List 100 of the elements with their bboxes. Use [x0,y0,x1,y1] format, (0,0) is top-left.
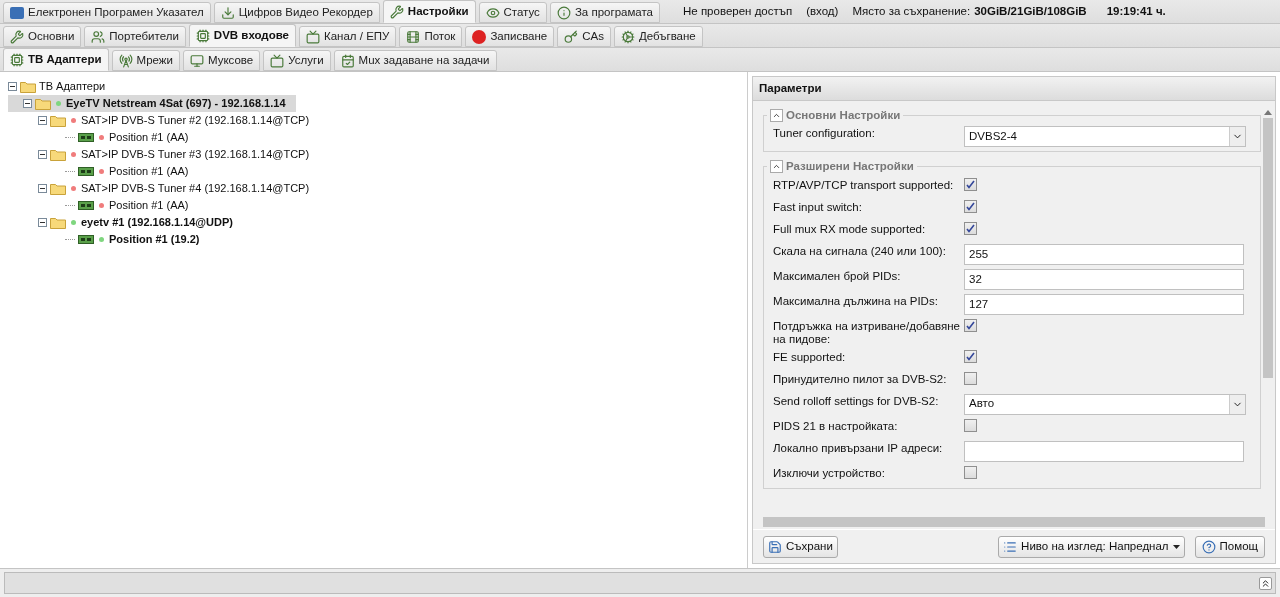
checkbox[interactable] [964,349,977,363]
checkbox[interactable] [964,199,977,213]
tab[interactable]: Муксове [182,50,261,71]
expand-icon[interactable] [1259,576,1272,590]
input-field[interactable]: 255 [964,243,1244,265]
tab[interactable]: Статус [478,2,547,23]
tree-row[interactable]: Position #1 (19.2) [8,231,210,248]
folder-icon [20,80,36,93]
folder-icon [35,97,51,110]
tab-icon [10,29,24,44]
collapse-icon[interactable] [38,218,47,227]
list-icon [1003,539,1018,554]
scroll-up-icon[interactable] [1264,110,1272,115]
tree-label: Position #1 (19.2) [109,232,200,248]
tab-icon [306,29,320,44]
collapse-icon[interactable] [38,184,47,193]
checkbox[interactable] [964,221,977,235]
dropdown[interactable]: Авто [964,393,1246,415]
view-level-button[interactable]: Ниво на изглед: Напреднал [998,535,1185,558]
tree-row[interactable]: Position #1 (AA) [8,197,199,214]
clock: 19:19:41 ч. [1106,4,1166,20]
field-label: RTP/AVP/TCP transport supported: [773,177,955,192]
tree-row[interactable]: ТВ Адаптери [8,78,116,95]
tab[interactable]: Мрежи [111,50,180,71]
horizontal-scrollbar[interactable] [763,515,1265,529]
tab[interactable]: DVB входове [188,24,296,47]
tab-icon [340,53,355,68]
tree-label: EyeTV Netstream 4Sat (697) - 192.168.1.14 [66,96,286,112]
input-field[interactable] [964,440,1244,462]
rec-icon [472,29,487,44]
dropdown[interactable]: DVBS2-4 [964,126,1246,148]
folder-icon [50,114,66,127]
tab[interactable]: Mux задаване на задачи [333,50,497,71]
tree-row[interactable]: SAT>IP DVB-S Tuner #2 (192.168.1.14@TCP) [8,112,320,129]
help-button[interactable]: Помощ [1194,535,1265,558]
checkbox[interactable] [964,465,977,479]
tree-row[interactable]: EyeTV Netstream 4Sat (697) - 192.168.1.14 [8,95,296,112]
field-label: Максимална дължина на PIDs: [773,293,939,308]
tab-icon [389,4,404,19]
tree-label: ТВ Адаптери [39,79,106,95]
help-icon [1201,539,1216,554]
checkbox[interactable] [964,371,977,385]
collapse-icon[interactable] [38,150,47,159]
access-status: Не проверен достъп [683,4,793,20]
group-title: Разширени Настройки [786,159,914,175]
storage-label: Място за съхранение: [852,4,971,20]
tab[interactable]: Услуги [263,50,331,71]
tree-row[interactable]: Position #1 (AA) [8,163,199,180]
tab[interactable]: Дебъгване [614,26,703,47]
field-label: PIDS 21 в настройката: [773,418,899,433]
tab-icon [564,29,579,44]
tab[interactable]: ТВ Адаптери [3,48,109,71]
tree-label: SAT>IP DVB-S Tuner #4 (192.168.1.14@TCP) [81,181,310,197]
tab[interactable]: Поток [399,26,463,47]
tab[interactable]: Портебители [84,26,186,47]
card-icon [78,200,94,211]
epg-icon [10,6,24,19]
tree-label: eyetv #1 (192.168.1.14@UDP) [81,215,233,231]
field-label: Потдръжка на изтриване/добавяне на пидове: [773,318,961,346]
tab[interactable]: Основни [3,26,82,47]
tab[interactable]: Електронен Програмен Указател [3,2,211,23]
collapse-icon[interactable] [23,99,32,108]
group-title: Основни Настройки [786,108,901,123]
tab[interactable]: CAs [557,26,611,47]
tab-icon [220,5,235,20]
tab-icon [195,28,210,43]
card-icon [78,234,94,245]
tab-icon [189,53,204,68]
field-label: Send rolloff settings for DVB-S2: [773,393,940,408]
tab-icon [485,5,500,20]
tree-row[interactable]: SAT>IP DVB-S Tuner #4 (192.168.1.14@TCP) [8,180,320,197]
tab-icon [91,29,106,44]
field-label: FE supported: [773,349,847,364]
input-field[interactable]: 127 [964,293,1244,315]
tree-row[interactable]: Position #1 (AA) [8,129,199,146]
folder-icon [50,148,66,161]
collapse-icon[interactable] [38,116,47,125]
save-button[interactable]: Съхрани [763,535,838,558]
input-field[interactable]: 32 [964,268,1244,290]
tab[interactable]: Записване [465,26,555,47]
tree-row[interactable]: SAT>IP DVB-S Tuner #3 (192.168.1.14@TCP) [8,146,320,163]
checkbox[interactable] [964,318,977,332]
tab[interactable]: Настройки [382,0,476,23]
tab[interactable]: За програмата [549,2,660,23]
tree-row[interactable]: eyetv #1 (192.168.1.14@UDP) [8,214,243,231]
folder-icon [50,182,66,195]
field-label: Tuner configuration: [773,126,876,141]
tab[interactable]: Цифров Видео Рекордер [213,2,380,23]
checkbox[interactable] [964,177,977,191]
tab-icon [406,29,421,44]
tab-icon [621,29,635,44]
field-label: Локално привързани IP адреси: [773,440,944,455]
tab-icon [118,53,133,68]
checkbox[interactable] [964,418,977,432]
field-label: Fast input switch: [773,199,863,214]
collapse-icon[interactable] [8,82,17,91]
login-link[interactable]: (вход) [806,3,839,21]
tree-label: SAT>IP DVB-S Tuner #3 (192.168.1.14@TCP) [81,147,310,163]
tree-label: Position #1 (AA) [109,130,189,146]
tab[interactable]: Канал / ЕПУ [299,26,397,47]
